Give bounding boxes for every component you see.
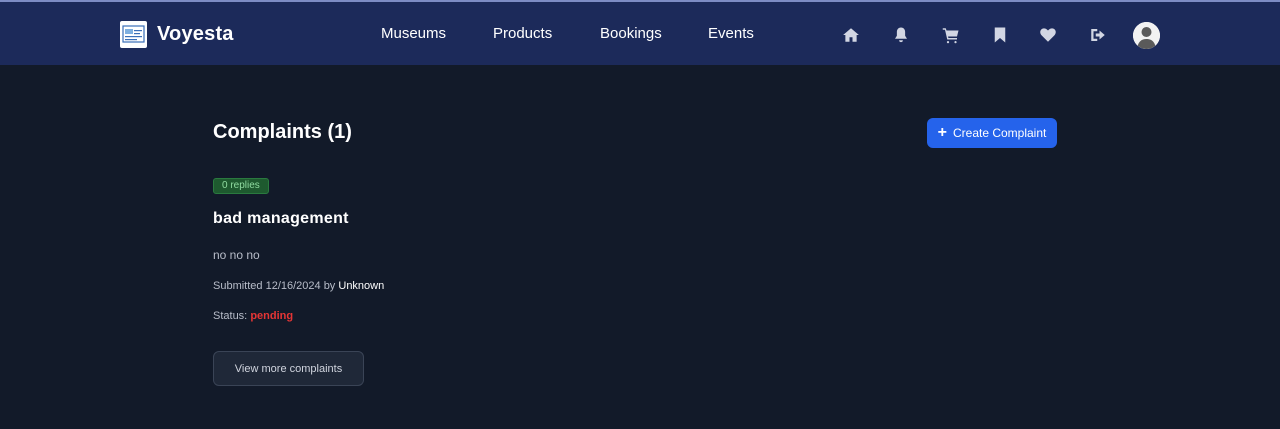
nav-bookings[interactable]: Bookings — [600, 25, 662, 42]
plus-icon: + — [937, 124, 947, 141]
top-navbar: Voyesta Museums Products Bookings Events — [0, 0, 1280, 65]
complaint-title[interactable]: bad management — [213, 210, 349, 228]
status-badge: pending — [250, 310, 294, 322]
logo-icon — [120, 20, 147, 48]
brand[interactable]: Voyesta — [120, 20, 234, 48]
page-title: Complaints (1) — [213, 121, 352, 143]
home-icon[interactable] — [840, 24, 862, 46]
heart-icon[interactable] — [1037, 24, 1059, 46]
bell-icon[interactable] — [890, 24, 912, 46]
logout-icon[interactable] — [1087, 24, 1109, 46]
nav-events[interactable]: Events — [708, 25, 754, 42]
nav-museums[interactable]: Museums — [381, 25, 446, 42]
create-complaint-label: Create Complaint — [952, 126, 1047, 140]
complaint-body: no no no — [213, 248, 260, 262]
brand-name: Voyesta — [157, 22, 234, 45]
status-label: Status: — [213, 310, 248, 322]
complaint-meta: Submitted 12/16/2024 by Unknown — [213, 280, 384, 292]
cart-icon[interactable] — [940, 24, 962, 46]
view-more-complaints-button[interactable]: View more complaints — [213, 351, 364, 386]
bookmark-icon[interactable] — [989, 24, 1011, 46]
complaint-author: Unknown — [338, 280, 385, 292]
submitted-text: Submitted 12/16/2024 by — [213, 280, 336, 292]
replies-badge: 0 replies — [213, 178, 269, 194]
complaint-status: Status: pending — [213, 310, 293, 322]
create-complaint-button[interactable]: + Create Complaint — [927, 118, 1057, 148]
avatar[interactable] — [1133, 22, 1160, 49]
nav-products[interactable]: Products — [493, 25, 552, 42]
